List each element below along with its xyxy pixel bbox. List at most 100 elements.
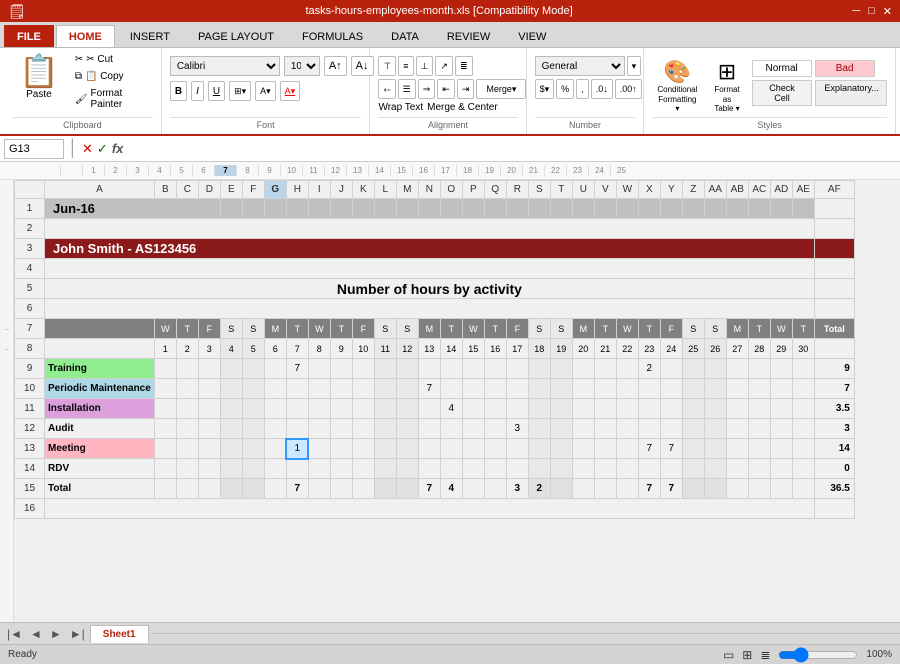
cell-val-7[interactable]: 7 xyxy=(286,359,308,379)
cell[interactable] xyxy=(242,439,264,459)
col-header-F[interactable]: F xyxy=(242,181,264,199)
cell[interactable] xyxy=(440,419,462,439)
cell[interactable] xyxy=(396,419,418,439)
cell[interactable] xyxy=(374,379,396,399)
day-letter[interactable]: T xyxy=(286,319,308,339)
cell[interactable] xyxy=(594,479,616,499)
cell[interactable] xyxy=(242,399,264,419)
col-header-A[interactable]: A xyxy=(45,181,155,199)
sheet-nav-prev[interactable]: ◄ xyxy=(27,627,45,641)
cell[interactable] xyxy=(264,439,286,459)
empty-cell[interactable] xyxy=(286,199,308,219)
cell[interactable] xyxy=(374,439,396,459)
font-color-button[interactable]: A▾ xyxy=(280,81,301,101)
font-size-select[interactable]: 10 xyxy=(284,56,320,76)
col-header-AA[interactable]: AA xyxy=(704,181,726,199)
day-num[interactable]: 23 xyxy=(638,339,660,359)
cell[interactable] xyxy=(616,419,638,439)
cell[interactable] xyxy=(616,359,638,379)
cell[interactable] xyxy=(462,379,484,399)
cell[interactable] xyxy=(220,439,242,459)
comma-btn[interactable]: , xyxy=(576,79,589,99)
col-header-V[interactable]: V xyxy=(594,181,616,199)
format-painter-button[interactable]: 🖌 Format Painter xyxy=(70,86,153,112)
empty-cell[interactable] xyxy=(330,199,352,219)
activity-installation[interactable]: Installation xyxy=(45,399,155,419)
empty-cell[interactable] xyxy=(440,199,462,219)
cell[interactable] xyxy=(528,459,550,479)
cell[interactable] xyxy=(440,359,462,379)
empty-cell[interactable] xyxy=(814,199,854,219)
cell[interactable] xyxy=(220,359,242,379)
tab-view[interactable]: VIEW xyxy=(505,25,559,47)
cell[interactable] xyxy=(396,459,418,479)
activity-audit[interactable]: Audit xyxy=(45,419,155,439)
cell[interactable] xyxy=(770,399,792,419)
maximize-btn[interactable]: □ xyxy=(868,5,875,18)
total-label[interactable]: Total xyxy=(45,479,155,499)
sheet-nav-last[interactable]: ►| xyxy=(67,627,88,641)
activity-rdv[interactable]: RDV xyxy=(45,459,155,479)
cell[interactable] xyxy=(308,419,330,439)
cell-val-23-meet[interactable]: 7 xyxy=(638,439,660,459)
cell[interactable] xyxy=(440,439,462,459)
cell[interactable] xyxy=(550,379,572,399)
cell[interactable] xyxy=(682,479,704,499)
empty-row16[interactable] xyxy=(45,499,815,519)
empty-cell[interactable] xyxy=(352,199,374,219)
cell[interactable] xyxy=(286,459,308,479)
cell[interactable] xyxy=(594,379,616,399)
cell[interactable] xyxy=(352,459,374,479)
cell[interactable] xyxy=(308,459,330,479)
insert-function-icon[interactable]: fx xyxy=(112,141,124,157)
cell[interactable] xyxy=(704,479,726,499)
cell[interactable] xyxy=(198,439,220,459)
cell[interactable] xyxy=(660,459,682,479)
cell[interactable] xyxy=(352,379,374,399)
col-header-M[interactable]: M xyxy=(396,181,418,199)
cell[interactable] xyxy=(726,439,748,459)
cell[interactable] xyxy=(330,379,352,399)
day-letter[interactable]: T xyxy=(176,319,198,339)
format-as-table-button[interactable]: ⊞ Format asTable ▾ xyxy=(708,56,745,117)
day-letter[interactable]: S xyxy=(220,319,242,339)
cell[interactable] xyxy=(638,399,660,419)
row-num-15[interactable]: 15 xyxy=(15,479,45,499)
tab-review[interactable]: REVIEW xyxy=(434,25,503,47)
cut-button[interactable]: ✂ ✂ Cut xyxy=(70,52,153,67)
day-num[interactable]: 30 xyxy=(792,339,814,359)
cell[interactable] xyxy=(704,459,726,479)
col-header-C[interactable]: C xyxy=(176,181,198,199)
cell-jun16[interactable]: Jun-16 xyxy=(45,199,221,219)
day-num[interactable]: 14 xyxy=(440,339,462,359)
day-letter[interactable]: T xyxy=(638,319,660,339)
row-num-6[interactable]: 6 xyxy=(15,299,45,319)
cell-val-14-inst[interactable]: 4 xyxy=(440,399,462,419)
row-num-16[interactable]: 16 xyxy=(15,499,45,519)
align-left-btn[interactable]: ⬸ xyxy=(378,79,395,99)
cell[interactable] xyxy=(374,459,396,479)
cell[interactable] xyxy=(704,379,726,399)
day-letter[interactable]: T xyxy=(484,319,506,339)
empty-cell[interactable] xyxy=(528,199,550,219)
cell[interactable] xyxy=(660,419,682,439)
cell[interactable] xyxy=(286,419,308,439)
row-num-14[interactable]: 14 xyxy=(15,459,45,479)
empty-cell[interactable] xyxy=(308,199,330,219)
conditional-formatting-button[interactable]: 🎨 ConditionalFormatting ▾ xyxy=(652,56,702,117)
cell[interactable] xyxy=(748,419,770,439)
day-num[interactable]: 9 xyxy=(330,339,352,359)
cell[interactable] xyxy=(550,459,572,479)
cell[interactable] xyxy=(770,439,792,459)
cell[interactable] xyxy=(616,439,638,459)
cell[interactable] xyxy=(418,419,440,439)
cell[interactable] xyxy=(352,439,374,459)
day-letter[interactable]: T xyxy=(748,319,770,339)
day-num[interactable]: 26 xyxy=(704,339,726,359)
day-letter[interactable]: F xyxy=(352,319,374,339)
col-header-Z[interactable]: Z xyxy=(682,181,704,199)
day-letter[interactable]: W xyxy=(154,319,176,339)
cell-reference-input[interactable] xyxy=(4,139,64,159)
cell-total-18[interactable]: 2 xyxy=(528,479,550,499)
cell[interactable] xyxy=(330,439,352,459)
